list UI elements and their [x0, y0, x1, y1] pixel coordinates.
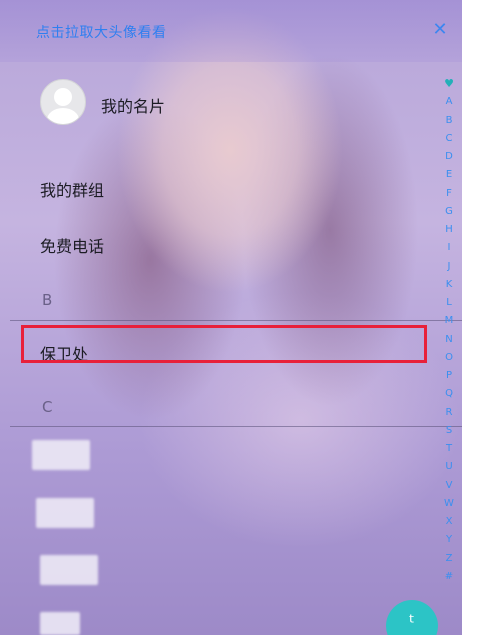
- index-letter[interactable]: M: [440, 312, 458, 330]
- index-letter[interactable]: G: [440, 203, 458, 221]
- index-letter[interactable]: D: [440, 148, 458, 166]
- index-letter[interactable]: N: [440, 331, 458, 349]
- top-bar: 点击拉取大头像看看 ✕: [0, 0, 462, 62]
- highlight-box: [21, 325, 427, 363]
- index-letter[interactable]: J: [440, 258, 458, 276]
- dial-glyph: ᵗ: [409, 610, 415, 634]
- index-letter[interactable]: L: [440, 294, 458, 312]
- close-icon[interactable]: ✕: [430, 19, 450, 41]
- redacted-contact[interactable]: [40, 612, 80, 635]
- index-letter[interactable]: H: [440, 221, 458, 239]
- index-letter[interactable]: P: [440, 367, 458, 385]
- alphabet-index-bar[interactable]: ♥ A B C D E F G H I J K L M N O P Q R S …: [440, 75, 458, 586]
- index-letter[interactable]: B: [440, 112, 458, 130]
- index-letter[interactable]: K: [440, 276, 458, 294]
- index-letter[interactable]: C: [440, 130, 458, 148]
- index-letter[interactable]: #: [440, 568, 458, 586]
- index-letter[interactable]: O: [440, 349, 458, 367]
- redacted-contact[interactable]: [40, 555, 98, 585]
- redacted-contact[interactable]: [32, 440, 90, 470]
- header-hint: 点击拉取大头像看看: [36, 25, 167, 41]
- index-letter[interactable]: Q: [440, 385, 458, 403]
- index-letter[interactable]: T: [440, 440, 458, 458]
- my-card-label[interactable]: 我的名片: [101, 93, 165, 117]
- index-letter[interactable]: Y: [440, 531, 458, 549]
- section-header-c: C: [42, 398, 53, 416]
- dial-icon[interactable]: ᵗ: [386, 600, 438, 635]
- index-letter[interactable]: Z: [440, 550, 458, 568]
- index-letter[interactable]: A: [440, 93, 458, 111]
- index-letter[interactable]: U: [440, 458, 458, 476]
- index-letter[interactable]: X: [440, 513, 458, 531]
- avatar-silhouette: [47, 88, 79, 124]
- section-divider: [10, 320, 462, 321]
- index-letter[interactable]: S: [440, 422, 458, 440]
- section-divider: [10, 426, 462, 427]
- index-letter[interactable]: R: [440, 404, 458, 422]
- redacted-contact[interactable]: [36, 498, 94, 528]
- avatar-placeholder-icon[interactable]: [40, 79, 86, 125]
- menu-item-free-call[interactable]: 免费电话: [40, 233, 104, 257]
- contacts-screen: 点击拉取大头像看看 ✕ 我的名片 我的群组 免费电话 B 保卫处 C ♥ A B…: [0, 0, 462, 635]
- index-letter[interactable]: V: [440, 477, 458, 495]
- index-letter[interactable]: F: [440, 185, 458, 203]
- index-letter[interactable]: I: [440, 239, 458, 257]
- index-letter[interactable]: E: [440, 166, 458, 184]
- menu-item-my-groups[interactable]: 我的群组: [40, 177, 104, 201]
- right-margin: [462, 0, 481, 635]
- heart-icon[interactable]: ♥: [440, 75, 458, 93]
- index-letter[interactable]: W: [440, 495, 458, 513]
- section-header-b: B: [42, 291, 53, 309]
